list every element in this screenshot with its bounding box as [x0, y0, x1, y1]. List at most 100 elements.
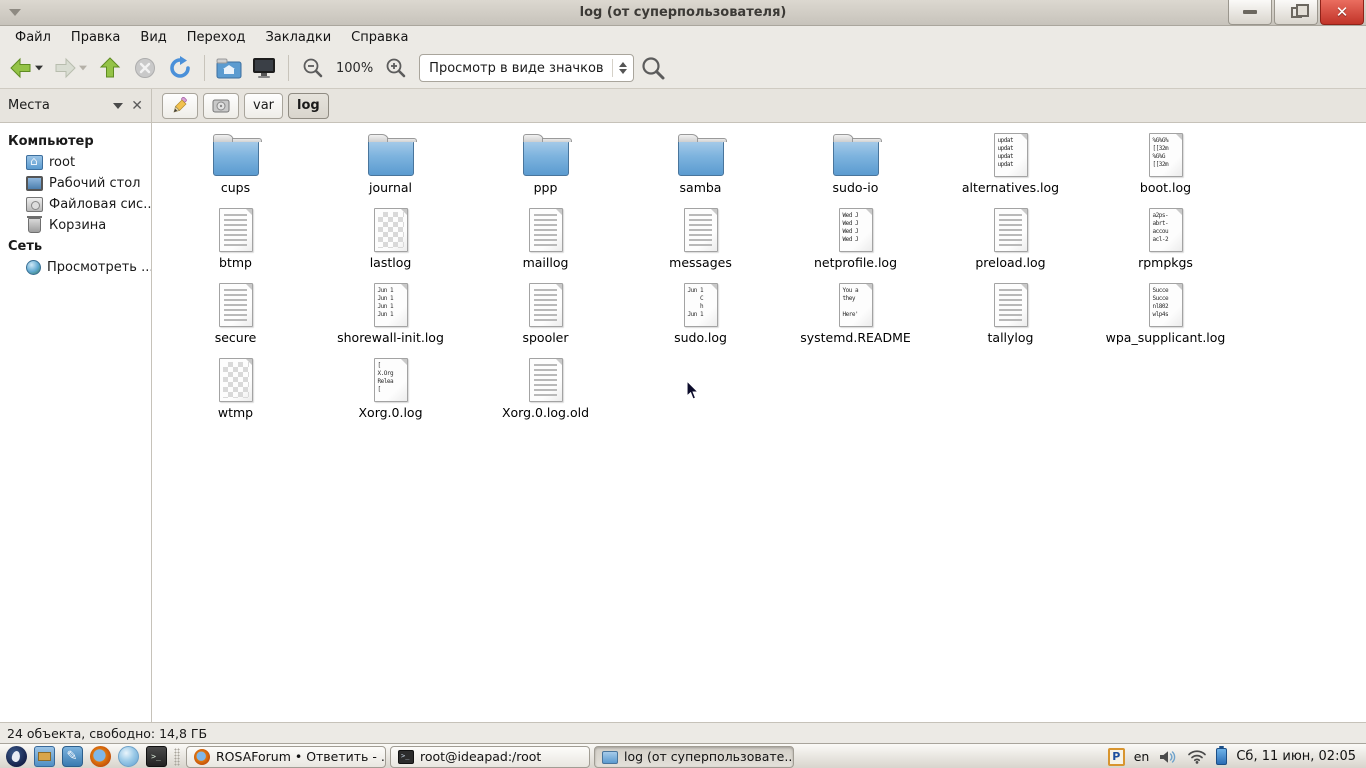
menu-item[interactable]: Правка [62, 28, 129, 47]
file-item[interactable]: wtmp [158, 356, 313, 431]
sidebar-item[interactable]: Файловая сис... [0, 194, 151, 215]
task-button[interactable]: root@ideapad:/root [390, 745, 590, 768]
file-item[interactable]: You a they Here' systemd.README [778, 281, 933, 356]
launcher-button[interactable] [32, 746, 56, 768]
places-close-icon[interactable]: ✕ [131, 99, 143, 113]
menu-item[interactable]: Вид [131, 28, 175, 47]
file-item[interactable]: Xorg.0.log.old [468, 356, 623, 431]
sidebar-item[interactable]: Просмотреть ... [0, 257, 151, 278]
clipboard-manager-icon[interactable]: P [1107, 747, 1125, 766]
sidebar-item[interactable]: root [0, 152, 151, 173]
zoom-in-button[interactable] [380, 52, 412, 84]
zoom-out-button[interactable] [297, 52, 329, 84]
file-item[interactable]: sudo-io [778, 131, 933, 206]
search-button[interactable] [637, 52, 669, 84]
file-view[interactable]: cups journal ppp samba sudo-io updat upd… [152, 123, 1366, 722]
file-item[interactable]: [ X.Org Relea [ Xorg.0.log [313, 356, 468, 431]
task-button[interactable]: ROSAForum • Ответить - ... [186, 745, 386, 768]
file-item[interactable]: tallylog [933, 281, 1088, 356]
launcher-button[interactable] [4, 746, 28, 768]
file-name-label: journal [368, 180, 413, 195]
file-item[interactable]: samba [623, 131, 778, 206]
document-icon: %G%G% [[32m %G%G [[32m [1148, 133, 1183, 177]
launcher-icon [89, 746, 111, 767]
file-item[interactable]: Jun 1 C h Jun 1 sudo.log [623, 281, 778, 356]
launcher-icon [61, 746, 83, 767]
file-name-label: maillog [522, 255, 569, 270]
file-icon [212, 206, 260, 254]
wifi-icon[interactable] [1187, 749, 1207, 764]
document-icon: [ X.Org Relea [ [373, 358, 408, 402]
title-bar[interactable]: log (от суперпользователя) ✕ [0, 0, 1366, 26]
file-name-label: boot.log [1139, 180, 1192, 195]
menu-item[interactable]: Файл [6, 28, 60, 47]
file-item[interactable]: journal [313, 131, 468, 206]
sidebar-item[interactable]: Компьютер [0, 131, 151, 152]
task-icon [398, 749, 414, 764]
launcher-button[interactable] [116, 746, 140, 768]
main-area: Компьютер root Рабочий стол Файловая сис… [0, 123, 1366, 722]
file-item[interactable]: secure [158, 281, 313, 356]
file-item[interactable]: %G%G% [[32m %G%G [[32m boot.log [1088, 131, 1243, 206]
window-menu-button[interactable] [0, 0, 30, 25]
menu-item[interactable]: Переход [178, 28, 255, 47]
file-name-label: tallylog [987, 330, 1034, 345]
file-item[interactable]: spooler [468, 281, 623, 356]
file-item[interactable]: Jun 1 Jun 1 Jun 1 Jun 1 shorewall-init.l… [313, 281, 468, 356]
file-item[interactable]: Succe Succe nl802 wlp4s wpa_supplicant.l… [1088, 281, 1243, 356]
file-item[interactable]: maillog [468, 206, 623, 281]
clock[interactable]: Сб, 11 июн, 02:05 [1236, 749, 1356, 764]
view-mode-select[interactable]: Просмотр в виде значков [419, 54, 634, 82]
file-name-label: ppp [533, 180, 558, 195]
document-preview-text: updat updat updat updat [997, 137, 1014, 168]
keyboard-layout-indicator[interactable]: en [1134, 749, 1150, 764]
close-button[interactable]: ✕ [1320, 0, 1364, 25]
document-preview-text: Wed J Wed J Wed J Wed J [842, 212, 859, 243]
file-item[interactable]: btmp [158, 206, 313, 281]
file-item[interactable]: ppp [468, 131, 623, 206]
home-button[interactable] [213, 52, 245, 84]
launcher-button[interactable] [60, 746, 84, 768]
places-selector-chevron-icon[interactable] [113, 102, 124, 109]
volume-icon[interactable] [1158, 749, 1178, 765]
path-bar: var log [152, 89, 1366, 122]
launcher-button[interactable] [88, 746, 112, 768]
maximize-button[interactable] [1274, 0, 1318, 25]
sidebar-item[interactable]: Рабочий стол [0, 173, 151, 194]
file-item[interactable]: a2ps- abrt- accou acl-2 rpmpkgs [1088, 206, 1243, 281]
toolbar-separator [288, 55, 289, 81]
path-segment-button[interactable]: log [288, 92, 329, 119]
sidebar-item[interactable]: Сеть [0, 236, 151, 257]
edit-path-button[interactable] [162, 92, 198, 119]
file-name-label: rpmpkgs [1138, 255, 1193, 270]
file-icon: Succe Succe nl802 wlp4s [1142, 281, 1190, 329]
path-segment-button[interactable]: var [244, 92, 284, 119]
file-item[interactable]: cups [158, 131, 313, 206]
task-label: root@ideapad:/root [420, 749, 542, 764]
battery-icon[interactable] [1216, 746, 1228, 765]
minimize-button[interactable] [1228, 0, 1272, 25]
places-panel-header: Места ✕ [0, 89, 152, 122]
desktop-button[interactable] [248, 52, 280, 84]
reload-button[interactable] [164, 52, 196, 84]
task-button[interactable]: log (от суперпользовате... [594, 745, 794, 768]
document-preview-text: Jun 1 C h Jun 1 [687, 287, 704, 318]
file-item[interactable]: messages [623, 206, 778, 281]
file-icon [522, 356, 570, 404]
file-icon [522, 281, 570, 329]
launcher-button[interactable] [144, 746, 168, 768]
back-history-chevron-icon[interactable] [35, 65, 43, 71]
menu-item[interactable]: Справка [342, 28, 417, 47]
back-button[interactable] [6, 52, 47, 84]
file-item[interactable]: Wed J Wed J Wed J Wed J netprofile.log [778, 206, 933, 281]
file-icon [212, 131, 262, 179]
file-name-label: btmp [219, 255, 252, 270]
sidebar-item[interactable]: Корзина [0, 215, 151, 236]
file-item[interactable]: lastlog [313, 206, 468, 281]
menu-item[interactable]: Закладки [256, 28, 340, 47]
forward-button[interactable] [50, 52, 91, 84]
file-item[interactable]: preload.log [933, 206, 1088, 281]
file-item[interactable]: updat updat updat updat alternatives.log [933, 131, 1088, 206]
up-button[interactable] [94, 52, 126, 84]
filesystem-root-button[interactable] [203, 92, 239, 119]
